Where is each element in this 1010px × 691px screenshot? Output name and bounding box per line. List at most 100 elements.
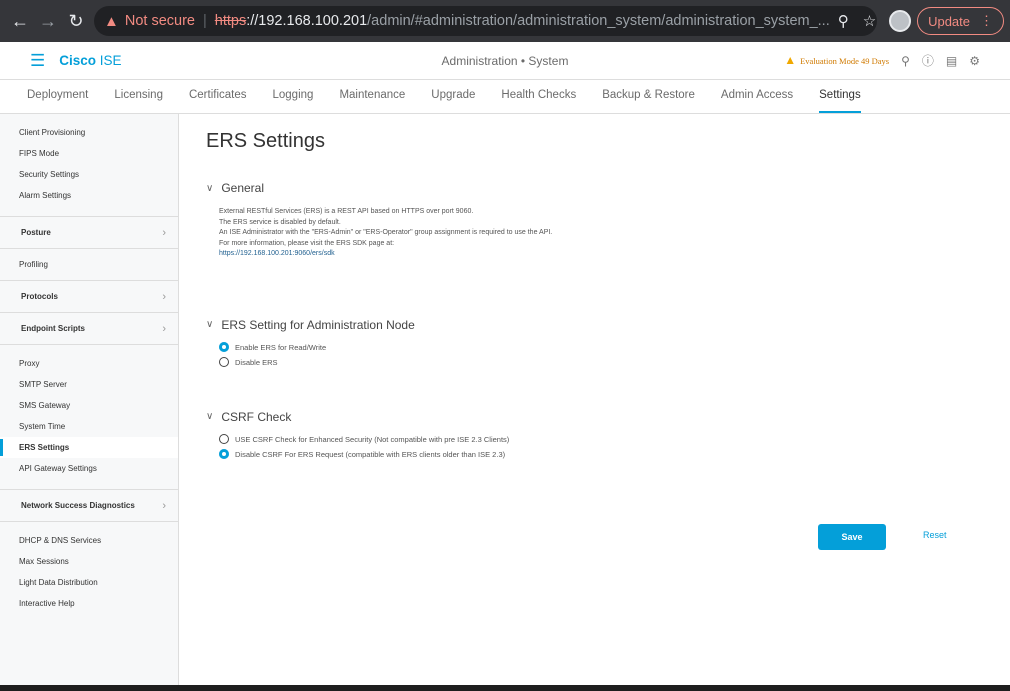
- star-icon[interactable]: ☆: [863, 12, 876, 30]
- warning-icon: ▲: [104, 12, 119, 30]
- radio-button-selected[interactable]: [219, 449, 229, 459]
- chevron-right-icon: ›: [162, 290, 166, 303]
- url-path: /admin/#administration/administration_sy…: [367, 13, 830, 29]
- description-line: For more information, please visit the E…: [219, 239, 395, 247]
- divider: |: [202, 13, 207, 29]
- zoom-icon[interactable]: ⚲: [838, 12, 849, 30]
- sidebar-item-client-provisioning[interactable]: Client Provisioning: [0, 122, 178, 143]
- tab-deployment[interactable]: Deployment: [27, 89, 88, 113]
- page-title: ERS Settings: [206, 130, 325, 152]
- tab-upgrade[interactable]: Upgrade: [431, 89, 475, 113]
- gear-icon[interactable]: ⚙: [969, 54, 980, 68]
- chevron-right-icon: ›: [162, 499, 166, 512]
- sidebar-item-smtp-server[interactable]: SMTP Server: [0, 374, 178, 395]
- tab-maintenance[interactable]: Maintenance: [339, 89, 405, 113]
- back-icon[interactable]: ←: [6, 7, 34, 35]
- section-title: ERS Setting for Administration Node: [221, 317, 415, 332]
- radio-label: USE CSRF Check for Enhanced Security (No…: [235, 434, 510, 444]
- evaluation-label: Evaluation Mode 49 Days: [800, 55, 890, 66]
- tab-certificates[interactable]: Certificates: [189, 89, 247, 113]
- chevron-down-icon: ∨: [206, 319, 214, 330]
- sidebar-section-label: Protocols: [21, 292, 58, 301]
- more-vert-icon: ⋮: [980, 13, 993, 28]
- sidebar-item-fips-mode[interactable]: FIPS Mode: [0, 143, 178, 164]
- sidebar-item-ers-settings[interactable]: ERS Settings: [0, 437, 178, 458]
- not-secure-label: Not secure: [124, 13, 195, 29]
- sidebar-section-label: Endpoint Scripts: [21, 324, 85, 333]
- sidebar-item-system-time[interactable]: System Time: [0, 416, 178, 437]
- save-button[interactable]: Save: [818, 524, 886, 550]
- tab-settings[interactable]: Settings: [819, 89, 861, 113]
- warning-icon: ▲: [784, 53, 797, 67]
- ers-sdk-link[interactable]: https://192.168.100.201:9060/ers/sdk: [219, 249, 1010, 260]
- sidebar-section-protocols[interactable]: Protocols ›: [0, 281, 178, 313]
- sidebar-item-sms-gateway[interactable]: SMS Gateway: [0, 395, 178, 416]
- tab-health-checks[interactable]: Health Checks: [501, 89, 576, 113]
- radio-button-selected[interactable]: [219, 342, 229, 352]
- tab-admin-access[interactable]: Admin Access: [721, 89, 793, 113]
- update-label: Update: [928, 13, 970, 29]
- tab-backup-restore[interactable]: Backup & Restore: [602, 89, 695, 113]
- reload-icon[interactable]: ↻: [62, 7, 90, 35]
- sidebar-item-proxy[interactable]: Proxy: [0, 353, 178, 374]
- sidebar-item-light-data-distribution[interactable]: Light Data Distribution: [0, 572, 178, 593]
- sidebar-section-label: Network Success Diagnostics: [21, 501, 135, 510]
- tab-licensing[interactable]: Licensing: [114, 89, 163, 113]
- forward-icon[interactable]: →: [34, 7, 62, 35]
- section-admin-node-header[interactable]: ∨ ERS Setting for Administration Node: [206, 318, 1010, 332]
- brand-logo: Cisco ISE: [59, 53, 121, 68]
- profile-avatar[interactable]: [889, 10, 912, 32]
- sidebar-section-posture[interactable]: Posture ›: [0, 217, 178, 249]
- description-line: External RESTful Services (ERS) is a RES…: [219, 208, 474, 215]
- taskbar-strip: [0, 685, 1010, 691]
- brand-suffix: ISE: [99, 53, 122, 68]
- chevron-right-icon: ›: [162, 226, 166, 239]
- sidebar-item-api-gateway-settings[interactable]: API Gateway Settings: [0, 458, 178, 479]
- sidebar-item-interactive-help[interactable]: Interactive Help: [0, 593, 178, 614]
- tab-logging[interactable]: Logging: [273, 89, 314, 113]
- sidebar-item-alarm-settings[interactable]: Alarm Settings: [0, 185, 178, 206]
- hamburger-menu-icon[interactable]: ☰: [30, 51, 45, 71]
- chevron-down-icon: ∨: [206, 182, 214, 194]
- url-host: ://192.168.100.201: [246, 13, 368, 29]
- reset-button[interactable]: Reset: [923, 530, 947, 540]
- top-tabs: Deployment Licensing Certificates Loggin…: [0, 80, 1010, 114]
- help-icon[interactable]: ⓘ: [922, 52, 934, 69]
- radio-label: Enable ERS for Read/Write: [235, 342, 327, 352]
- radio-option-use-csrf[interactable]: USE CSRF Check for Enhanced Security (No…: [219, 432, 1010, 447]
- evaluation-notice[interactable]: ▲ Evaluation Mode 49 Days: [784, 53, 889, 68]
- description-line: An ISE Administrator with the "ERS-Admin…: [219, 229, 553, 236]
- section-csrf-header[interactable]: ∨ CSRF Check: [206, 410, 1010, 424]
- sidebar: Client Provisioning FIPS Mode Security S…: [0, 114, 179, 691]
- description-line: The ERS service is disabled by default.: [219, 218, 341, 226]
- browser-toolbar: ← → ↻ ▲ Not secure | https ://192.168.10…: [0, 0, 1010, 42]
- url-scheme: https: [214, 13, 247, 29]
- sidebar-item-dhcp-dns-services[interactable]: DHCP & DNS Services: [0, 530, 178, 551]
- sidebar-section-endpoint-scripts[interactable]: Endpoint Scripts ›: [0, 313, 178, 345]
- chevron-right-icon: ›: [162, 322, 166, 335]
- radio-button[interactable]: [219, 357, 229, 367]
- sidebar-section-network-success-diagnostics[interactable]: Network Success Diagnostics ›: [0, 490, 178, 522]
- radio-label: Disable CSRF For ERS Request (compatible…: [235, 449, 506, 459]
- sidebar-item-profiling[interactable]: Profiling: [0, 249, 178, 281]
- sidebar-section-label: Posture: [21, 228, 51, 237]
- update-button[interactable]: Update ⋮: [917, 7, 1004, 35]
- app-header: ☰ Cisco ISE Administration • System ▲ Ev…: [0, 42, 1010, 80]
- brand-name: Cisco: [59, 53, 97, 68]
- section-general-header[interactable]: ∨ General: [206, 181, 1010, 195]
- section-title: CSRF Check: [221, 409, 292, 424]
- section-title: General: [221, 181, 265, 195]
- general-description: External RESTful Services (ERS) is a RES…: [219, 207, 1010, 260]
- radio-label: Disable ERS: [235, 357, 278, 367]
- radio-option-disable-csrf[interactable]: Disable CSRF For ERS Request (compatible…: [219, 447, 1010, 462]
- notifications-icon[interactable]: ▤: [946, 54, 957, 68]
- chevron-down-icon: ∨: [206, 411, 214, 422]
- radio-option-disable-ers[interactable]: Disable ERS: [219, 355, 1010, 370]
- sidebar-item-max-sessions[interactable]: Max Sessions: [0, 551, 178, 572]
- sidebar-item-security-settings[interactable]: Security Settings: [0, 164, 178, 185]
- radio-button[interactable]: [219, 434, 229, 444]
- address-bar[interactable]: ▲ Not secure | https ://192.168.100.201 …: [94, 6, 878, 36]
- radio-option-enable-ers[interactable]: Enable ERS for Read/Write: [219, 340, 1010, 355]
- main-content: ERS Settings ∨ General External RESTful …: [179, 114, 1010, 691]
- search-icon[interactable]: ⚲: [901, 54, 910, 68]
